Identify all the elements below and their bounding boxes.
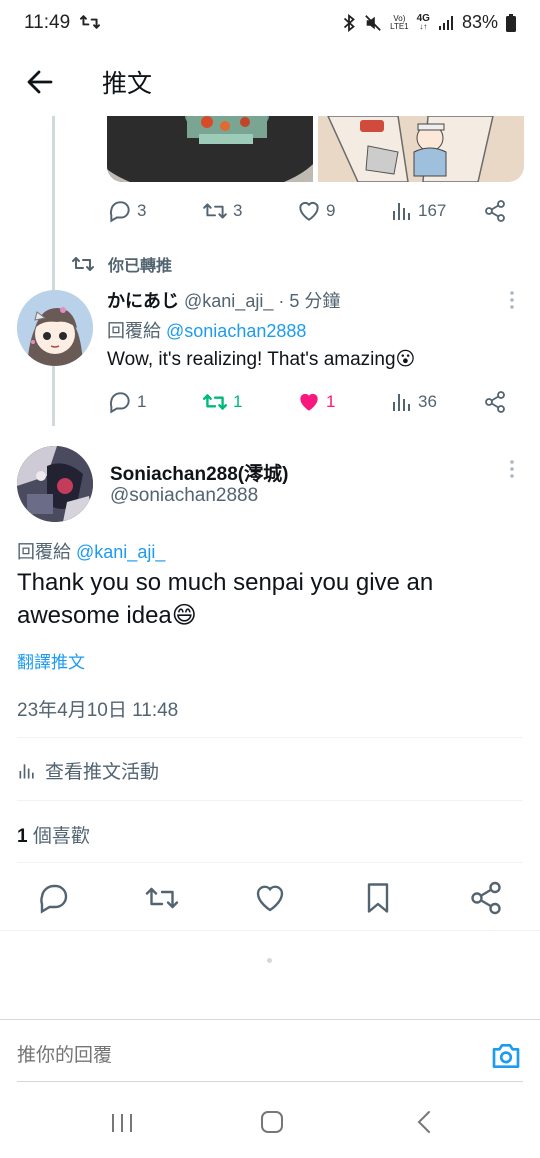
- avatar[interactable]: [17, 446, 93, 522]
- tweet-timestamp: 23年4月10日 11:48: [17, 700, 179, 721]
- signal-icon: [438, 15, 454, 31]
- reply-to-handle-link[interactable]: @kani_aji_: [76, 542, 165, 562]
- share-icon: [485, 200, 505, 222]
- reply-to-line: 回覆給 @kani_aji_: [17, 542, 166, 562]
- more-options-icon[interactable]: [508, 290, 516, 310]
- reply-input[interactable]: [17, 1045, 457, 1067]
- reply-to-line: 回覆給 @soniachan2888: [107, 321, 307, 341]
- share-icon: [485, 391, 505, 413]
- share-button[interactable]: [468, 880, 504, 916]
- tweet-text: Wow, it's realizing! That's amazing😮: [107, 349, 416, 370]
- battery-level: 83%: [461, 12, 498, 32]
- loading-dot: [267, 958, 272, 963]
- tweet-text: Thank you so much senpai you give an awe…: [17, 569, 434, 629]
- avatar[interactable]: [17, 290, 93, 366]
- reply-to-handle-link[interactable]: @soniachan2888: [166, 321, 306, 341]
- thread-line: [52, 116, 55, 426]
- views-icon: [19, 763, 34, 778]
- share-icon: [471, 881, 501, 915]
- reply-button[interactable]: 3: [107, 197, 146, 225]
- like-button[interactable]: [252, 880, 288, 916]
- status-time: 11:49: [24, 12, 71, 33]
- bluetooth-icon: [342, 13, 356, 32]
- network-4g-icon: 4G ↓↑: [416, 12, 430, 31]
- reply-button[interactable]: [36, 880, 72, 916]
- lte-icon: Vo) LTE1: [390, 13, 409, 31]
- reply-icon: [109, 201, 130, 223]
- battery-icon: [506, 13, 516, 32]
- bookmark-button[interactable]: [360, 880, 396, 916]
- prev-tweet-actions: 3 3 9 167: [107, 197, 527, 225]
- reply-icon: [109, 392, 130, 414]
- views-icon: [393, 203, 410, 220]
- status-bar: 11:49 Vo) LTE1 4G ↓↑ 83%: [0, 0, 540, 48]
- author-handle[interactable]: @soniachan2888: [110, 485, 258, 507]
- like-button[interactable]: 9: [296, 197, 335, 225]
- like-button[interactable]: 1: [296, 388, 335, 416]
- back-arrow-icon[interactable]: [22, 64, 58, 100]
- heart-icon: [256, 885, 284, 912]
- page-title: 推文: [102, 70, 153, 98]
- author-handle[interactable]: @kani_aji_: [184, 291, 273, 311]
- share-button[interactable]: [483, 197, 507, 225]
- camera-icon[interactable]: [490, 1040, 522, 1072]
- more-options-icon[interactable]: [508, 459, 516, 479]
- reply-tweet-actions: 1 1 1 36: [107, 388, 527, 416]
- divider: [17, 737, 523, 738]
- retweet-icon: [145, 887, 179, 909]
- retweet-button[interactable]: 3: [201, 197, 242, 225]
- views-button[interactable]: 36: [390, 388, 437, 416]
- recent-apps-icon[interactable]: [110, 1112, 134, 1134]
- likes-count-link[interactable]: 1 個喜歡: [17, 821, 90, 848]
- views-icon: [393, 394, 410, 411]
- system-nav-bar: [0, 1090, 540, 1158]
- retweet-button[interactable]: [144, 880, 180, 916]
- heart-filled-icon: [300, 393, 318, 411]
- divider: [0, 930, 540, 931]
- bookmark-icon: [367, 883, 389, 913]
- home-icon[interactable]: [260, 1110, 284, 1134]
- heart-icon: [299, 201, 319, 221]
- mute-icon: [364, 14, 382, 32]
- author-name[interactable]: Soniachan288(澪城): [110, 459, 288, 486]
- reply-button[interactable]: 1: [107, 388, 146, 416]
- retweet-icon: [203, 203, 227, 219]
- tweet-time: · 5 分鐘: [278, 291, 341, 311]
- tweet-author-line: かにあじ @kani_aji_ · 5 分鐘: [107, 287, 340, 313]
- views-button[interactable]: 167: [390, 197, 446, 225]
- tweet-image-illustration[interactable]: [318, 116, 524, 182]
- retweeted-notice: 你已轉推: [70, 252, 172, 276]
- tweet-image-food[interactable]: [107, 116, 313, 182]
- retweet-button[interactable]: 1: [201, 388, 242, 416]
- reply-icon: [40, 884, 68, 914]
- divider: [17, 800, 523, 801]
- status-icons: Vo) LTE1 4G ↓↑ 83%: [342, 12, 516, 33]
- retweet-icon: [72, 257, 94, 271]
- divider: [17, 862, 523, 863]
- divider: [17, 1081, 523, 1082]
- author-name[interactable]: かにあじ: [107, 291, 179, 311]
- system-back-icon[interactable]: [414, 1110, 434, 1134]
- share-button[interactable]: [483, 388, 507, 416]
- translate-tweet-link[interactable]: 翻譯推文: [17, 648, 85, 673]
- sync-icon: [80, 13, 100, 31]
- view-tweet-activity-link[interactable]: 查看推文活動: [17, 757, 159, 784]
- retweet-icon: [202, 394, 228, 410]
- header: 推文: [0, 48, 540, 116]
